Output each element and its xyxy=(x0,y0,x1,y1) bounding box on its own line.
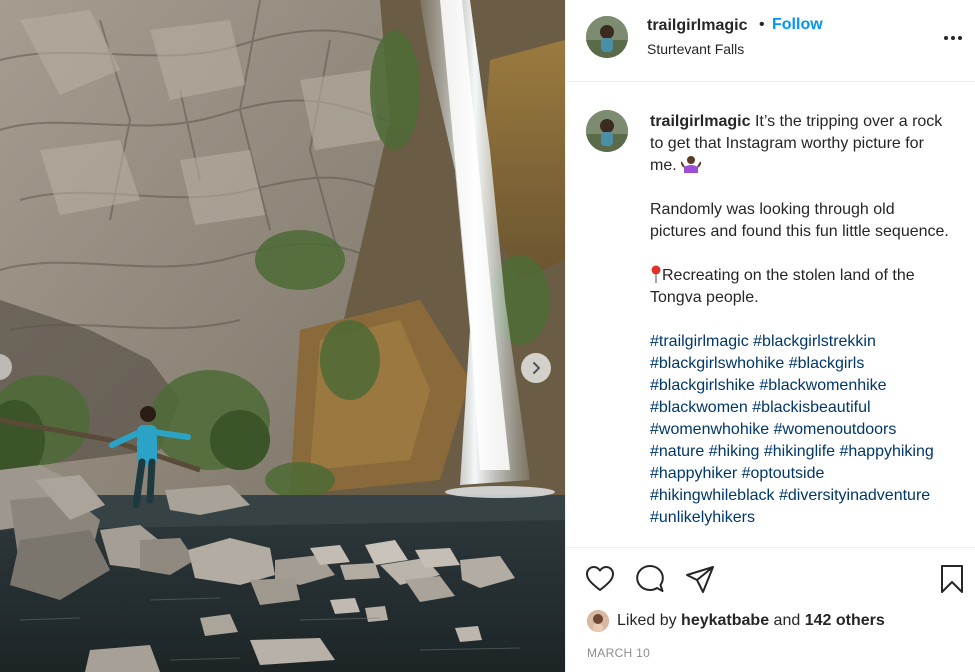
hashtag-link[interactable]: #blackgirlshike xyxy=(650,377,755,394)
comment-icon[interactable] xyxy=(635,564,665,594)
caption-third-paragraph: Recreating on the stolen land of the Ton… xyxy=(650,265,950,309)
more-options-icon[interactable] xyxy=(942,27,964,49)
author-avatar[interactable] xyxy=(586,16,628,58)
post-side-panel: trailgirlmagic • Follow Sturtevant Falls… xyxy=(565,0,975,672)
hashtag-link[interactable]: #trailgirlmagic xyxy=(650,333,749,350)
carousel-next-button[interactable] xyxy=(521,353,551,383)
caption-hashtags: #trailgirlmagic #blackgirlstrekkin #blac… xyxy=(650,331,950,529)
hashtag-link[interactable]: #blackwomen xyxy=(650,399,748,416)
waterfall-photo xyxy=(0,0,565,672)
avatar-image xyxy=(586,110,628,152)
post-photo[interactable] xyxy=(0,0,565,672)
likes-prefix: Liked by xyxy=(617,612,677,629)
header-separator: • xyxy=(759,16,765,33)
caption-second-paragraph: Randomly was looking through old picture… xyxy=(650,201,949,240)
hashtag-link[interactable]: #nature xyxy=(650,443,704,460)
hashtag-link[interactable]: #womenoutdoors xyxy=(774,421,897,438)
hashtag-link[interactable]: #optoutside xyxy=(742,465,825,482)
avatar-image xyxy=(587,610,609,632)
hashtag-link[interactable]: #unlikelyhikers xyxy=(650,509,755,526)
round-pushpin-icon xyxy=(651,265,661,283)
hashtag-link[interactable]: #hikingwhileblack xyxy=(650,487,775,504)
hashtag-link[interactable]: #blackgirlswhohike xyxy=(650,355,784,372)
caption-land-text: Recreating on the stolen land of the Ton… xyxy=(650,267,915,306)
hashtag-link[interactable]: #blackgirls xyxy=(789,355,865,372)
caption-text: trailgirlmagic It’s the tripping over a … xyxy=(650,111,950,529)
hashtag-link[interactable]: #hiking xyxy=(709,443,760,460)
hashtag-link[interactable]: #happyhiker xyxy=(650,465,737,482)
person-shrugging-icon xyxy=(681,156,702,173)
location-link[interactable]: Sturtevant Falls xyxy=(647,41,744,57)
post-header: trailgirlmagic • Follow Sturtevant Falls xyxy=(566,0,975,82)
follow-button[interactable]: Follow xyxy=(772,16,823,34)
avatar-image xyxy=(586,16,628,58)
caption-section: trailgirlmagic It’s the tripping over a … xyxy=(566,83,975,546)
hashtag-link[interactable]: #blackisbeautiful xyxy=(752,399,870,416)
author-username[interactable]: trailgirlmagic xyxy=(647,17,747,35)
hashtag-link[interactable]: #womenwhohike xyxy=(650,421,769,438)
post-date[interactable]: MARCH 10 xyxy=(587,646,650,660)
paper-plane-icon[interactable] xyxy=(685,564,715,594)
hashtag-link[interactable]: #hikinglife xyxy=(764,443,835,460)
bookmark-icon[interactable] xyxy=(937,564,967,594)
chevron-right-icon xyxy=(533,362,540,374)
caption-username[interactable]: trailgirlmagic xyxy=(650,113,750,130)
hashtag-link[interactable]: #diversityinadventure xyxy=(779,487,930,504)
hashtag-link[interactable]: #happyhiking xyxy=(839,443,933,460)
hashtag-link[interactable]: #blackgirlstrekkin xyxy=(753,333,876,350)
liker-username[interactable]: heykatbabe xyxy=(681,612,769,630)
caption-author-avatar[interactable] xyxy=(586,110,628,152)
liker-avatar[interactable] xyxy=(587,610,609,632)
heart-icon[interactable] xyxy=(585,564,615,594)
likes-and: and xyxy=(773,612,801,629)
likes-others-link[interactable]: 142 others xyxy=(805,612,885,630)
likes-summary: Liked by heykatbabe and 142 others xyxy=(587,610,885,632)
hashtag-link[interactable]: #blackwomenhike xyxy=(759,377,886,394)
post-actions: Liked by heykatbabe and 142 others MARCH… xyxy=(566,547,975,672)
caption-first-paragraph: trailgirlmagic It’s the tripping over a … xyxy=(650,111,950,177)
